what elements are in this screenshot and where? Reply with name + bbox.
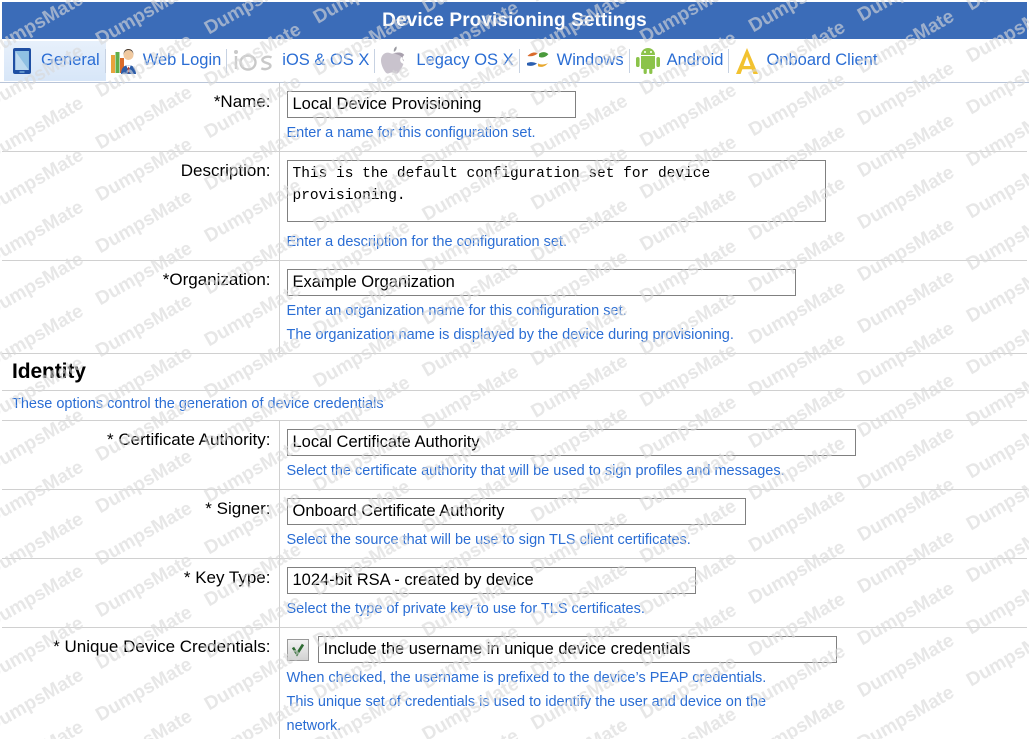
signer-label: * Signer: bbox=[2, 490, 279, 559]
organization-input[interactable] bbox=[287, 269, 796, 296]
tab-windows[interactable]: Windows bbox=[520, 41, 630, 81]
include-username-checkbox[interactable] bbox=[287, 639, 309, 661]
form-row-certificate-authority: * Certificate Authority: Select the cert… bbox=[2, 421, 1027, 490]
tab-label-onboard-client: Onboard Client bbox=[766, 51, 877, 70]
key-type-input[interactable] bbox=[287, 567, 696, 594]
organization-hint-1: Enter an organization name for this conf… bbox=[287, 301, 1028, 322]
form-row-key-type: * Key Type: Select the type of private k… bbox=[2, 559, 1027, 628]
unique-device-credentials-hint-3: network. bbox=[287, 716, 1028, 737]
ios-logo-icon bbox=[231, 46, 277, 76]
unique-device-credentials-hint-1: When checked, the username is prefixed t… bbox=[287, 668, 1028, 689]
onboard-a-icon bbox=[733, 46, 761, 76]
tab-ios-osx[interactable]: iOS & OS X bbox=[227, 41, 375, 81]
settings-form: *Name: Enter a name for this configurati… bbox=[2, 83, 1027, 739]
identity-section-heading-row: Identity bbox=[2, 354, 1027, 391]
unique-device-credentials-input[interactable] bbox=[318, 636, 837, 663]
tab-general[interactable]: General bbox=[4, 41, 106, 81]
phone-device-icon bbox=[8, 46, 36, 76]
device-provisioning-window: Device Provisioning Settings General bbox=[0, 0, 1029, 739]
identity-heading: Identity bbox=[12, 360, 1027, 384]
certificate-authority-label: * Certificate Authority: bbox=[2, 421, 279, 490]
tab-onboard-client[interactable]: Onboard Client bbox=[729, 41, 883, 81]
description-label: Description: bbox=[2, 152, 279, 261]
tab-label-general: General bbox=[41, 51, 100, 70]
name-label: *Name: bbox=[2, 83, 279, 152]
window-title-bar: Device Provisioning Settings bbox=[0, 0, 1029, 39]
name-hint: Enter a name for this configuration set. bbox=[287, 123, 1028, 144]
key-type-label: * Key Type: bbox=[2, 559, 279, 628]
tab-bar: General Web Login bbox=[0, 39, 1029, 83]
checkmark-icon bbox=[291, 643, 305, 657]
tab-label-web-login: Web Login bbox=[143, 51, 222, 70]
android-robot-icon bbox=[634, 46, 662, 76]
key-type-hint: Select the type of private key to use fo… bbox=[287, 599, 1028, 620]
identity-hint: These options control the generation of … bbox=[12, 394, 1027, 415]
tab-android[interactable]: Android bbox=[630, 41, 730, 81]
form-row-unique-device-credentials: * Unique Device Credentials: When checke… bbox=[2, 628, 1027, 739]
signer-input[interactable] bbox=[287, 498, 746, 525]
tab-label-android: Android bbox=[667, 51, 724, 70]
organization-hint-2: The organization name is displayed by th… bbox=[287, 325, 1028, 346]
organization-label: *Organization: bbox=[2, 261, 279, 354]
form-row-name: *Name: Enter a name for this configurati… bbox=[2, 83, 1027, 152]
apple-logo-icon bbox=[379, 46, 411, 76]
certificate-authority-hint: Select the certificate authority that wi… bbox=[287, 461, 1028, 482]
unique-device-credentials-label: * Unique Device Credentials: bbox=[2, 628, 279, 739]
identity-section-hint-row: These options control the generation of … bbox=[2, 391, 1027, 421]
certificate-authority-input[interactable] bbox=[287, 429, 856, 456]
form-row-organization: *Organization: Enter an organization nam… bbox=[2, 261, 1027, 354]
tab-web-login[interactable]: Web Login bbox=[106, 41, 228, 81]
name-input[interactable] bbox=[287, 91, 576, 118]
tab-label-windows: Windows bbox=[557, 51, 624, 70]
description-textarea[interactable] bbox=[287, 160, 826, 222]
unique-device-credentials-hint-2: This unique set of credentials is used t… bbox=[287, 692, 1028, 713]
tab-legacy-osx[interactable]: Legacy OS X bbox=[375, 41, 519, 81]
tab-label-legacy-osx: Legacy OS X bbox=[416, 51, 513, 70]
description-hint: Enter a description for the configuratio… bbox=[287, 232, 1028, 253]
form-row-signer: * Signer: Select the source that will be… bbox=[2, 490, 1027, 559]
web-login-icon bbox=[110, 46, 138, 76]
signer-hint: Select the source that will be use to si… bbox=[287, 530, 1028, 551]
page-title: Device Provisioning Settings bbox=[382, 10, 647, 32]
form-row-description: Description: Enter a description for the… bbox=[2, 152, 1027, 261]
windows-logo-icon bbox=[524, 46, 552, 76]
tab-label-ios-osx: iOS & OS X bbox=[282, 51, 369, 70]
